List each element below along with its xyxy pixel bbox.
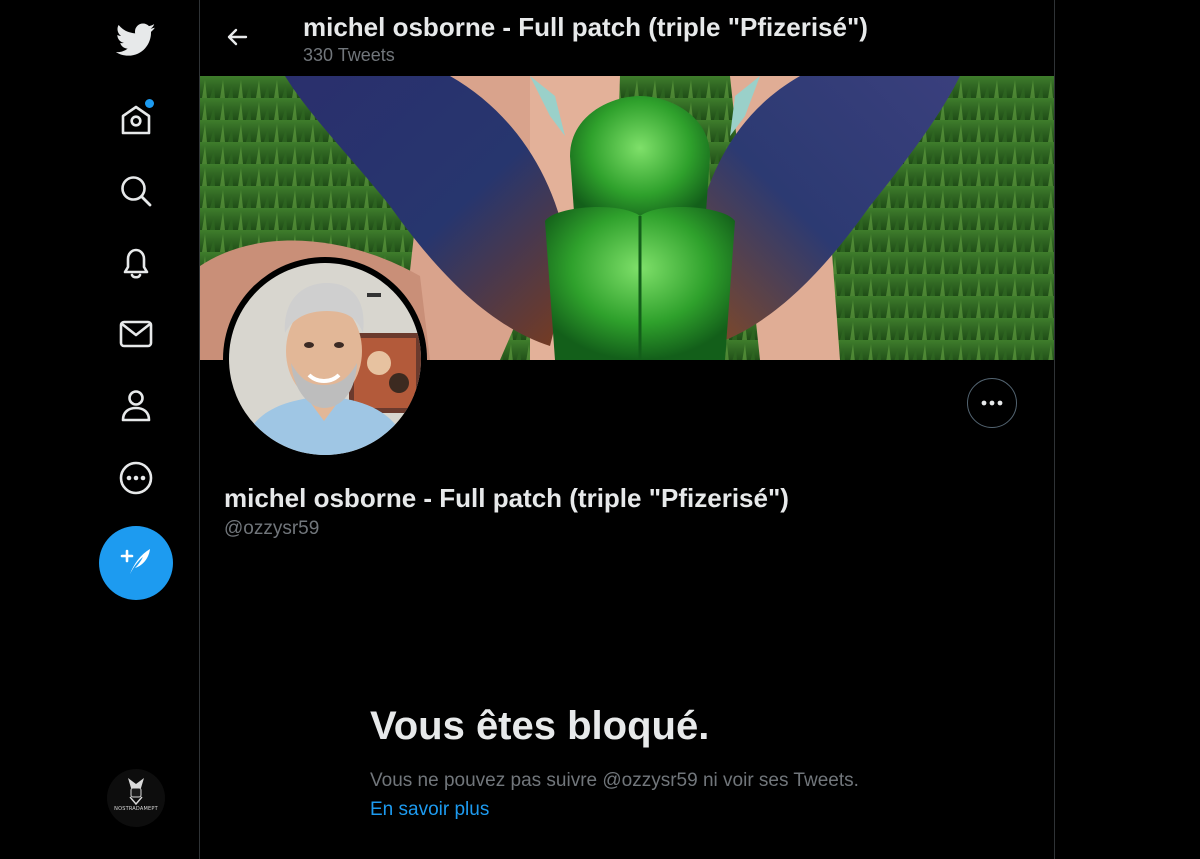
more-circle-icon — [118, 460, 154, 496]
account-logo-icon — [107, 769, 165, 827]
person-icon — [119, 388, 153, 424]
nav-messages[interactable] — [100, 306, 172, 362]
envelope-icon — [118, 318, 154, 350]
nav-notifications[interactable] — [100, 235, 172, 291]
tweet-count: 330 Tweets — [303, 45, 395, 65]
compose-tweet-button[interactable] — [99, 526, 173, 600]
twitter-app: NOSTRADAMEPT michel osborne - Full patch… — [0, 0, 1200, 859]
bell-icon — [119, 245, 153, 281]
search-icon — [119, 174, 153, 208]
home-icon — [119, 99, 154, 137]
nav-more[interactable] — [100, 450, 172, 506]
blocked-title: Vous êtes bloqué. — [370, 704, 710, 748]
ellipsis-icon — [980, 394, 1004, 412]
nav-explore[interactable] — [100, 163, 172, 219]
compose-tweet-icon — [118, 543, 154, 584]
profile-header-bar: michel osborne - Full patch (triple "Pfi… — [200, 0, 1054, 76]
right-divider — [1054, 0, 1055, 859]
profile-more-button[interactable] — [967, 378, 1017, 428]
blocked-message-text: Vous ne pouvez pas suivre @ozzysr59 ni v… — [370, 770, 859, 791]
blocked-message: Vous ne pouvez pas suivre @ozzysr59 ni v… — [370, 766, 870, 824]
profile-photo-illustration — [229, 263, 421, 455]
account-switcher-avatar[interactable]: NOSTRADAMEPT — [107, 769, 165, 827]
sidebar-nav: NOSTRADAMEPT — [0, 0, 199, 859]
header-title: michel osborne - Full patch (triple "Pfi… — [303, 12, 868, 42]
learn-more-link[interactable]: En savoir plus — [370, 799, 489, 820]
back-button[interactable] — [218, 20, 256, 58]
nav-profile[interactable] — [100, 378, 172, 434]
nav-home[interactable] — [100, 92, 172, 148]
twitter-logo-link[interactable] — [100, 12, 172, 68]
profile-avatar[interactable] — [229, 263, 421, 455]
arrow-left-icon — [225, 25, 249, 54]
profile-handle: @ozzysr59 — [224, 518, 320, 539]
bird-icon — [116, 23, 156, 57]
notification-dot — [145, 99, 154, 108]
profile-display-name: michel osborne - Full patch (triple "Pfi… — [224, 483, 789, 513]
profile-column: michel osborne - Full patch (triple "Pfi… — [200, 0, 1054, 859]
account-logo-text: NOSTRADAMEPT — [114, 806, 158, 812]
